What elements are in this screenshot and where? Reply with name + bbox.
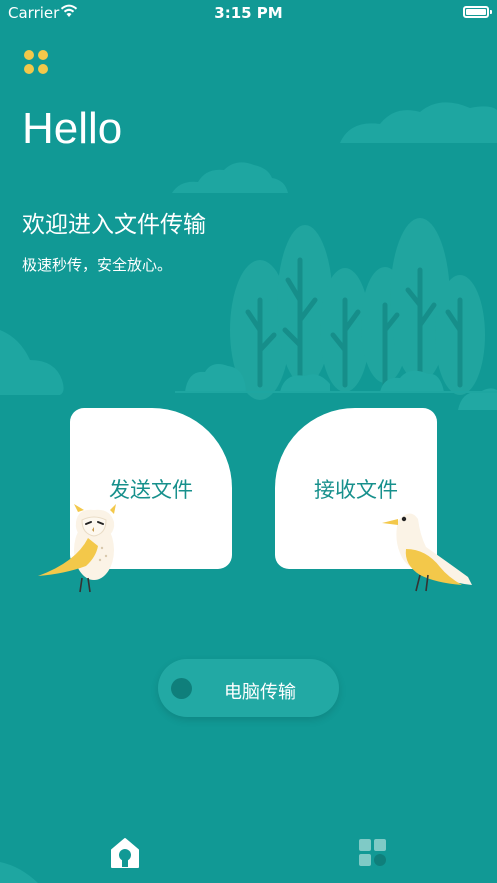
battery-icon <box>463 6 492 18</box>
pc-transfer-button[interactable]: 电脑传输 <box>158 659 339 717</box>
screen: Carrier 3:15 PM Hello 欢迎进入文件传输 极速秒传，安全放心… <box>0 0 497 883</box>
send-files-label: 发送文件 <box>109 477 193 502</box>
toggle-dot-icon <box>171 678 192 699</box>
home-icon[interactable] <box>110 837 140 869</box>
grid-icon[interactable] <box>358 838 388 868</box>
welcome-text: 欢迎进入文件传输 <box>22 212 206 238</box>
receive-files-label: 接收文件 <box>314 477 398 502</box>
status-bar: Carrier 3:15 PM <box>0 0 497 26</box>
pc-transfer-label: 电脑传输 <box>224 682 296 703</box>
page-title: Hello <box>22 104 123 153</box>
bird-illustration <box>382 513 472 592</box>
owl-illustration <box>38 504 116 593</box>
menu-grid-icon[interactable] <box>24 50 50 76</box>
status-time: 3:15 PM <box>214 4 283 22</box>
tagline-text: 极速秒传，安全放心。 <box>22 256 173 274</box>
